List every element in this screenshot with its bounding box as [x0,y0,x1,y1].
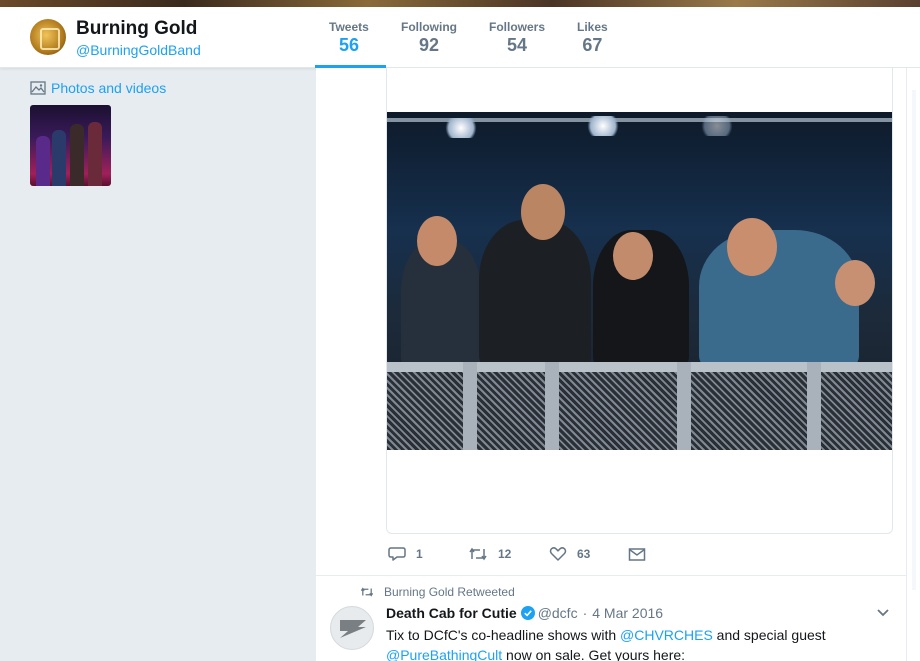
verified-badge-icon [520,606,535,620]
crowd-face [417,216,457,266]
mention-link[interactable]: @CHVRCHES [620,627,713,643]
stage-light [585,116,621,136]
tweet-media-card[interactable] [386,68,893,534]
meta-separator: · [582,605,588,621]
tweet-header: Death Cab for Cutie @dcfc · 4 Mar 2016 [386,605,663,621]
reply-icon [388,547,406,561]
retweet-icon [469,547,487,561]
profile-nav-bar: Burning Gold @BurningGoldBand Tweets 56 … [0,7,920,68]
direct-message-button[interactable] [628,546,656,562]
stat-followers-label: Followers [489,20,546,34]
stat-tweets-label: Tweets [329,20,369,34]
profile-name[interactable]: Burning Gold [76,18,197,40]
barrier-post [677,362,691,450]
stage-light [443,118,479,138]
thumb-figure [36,136,50,186]
thumb-figure [70,124,84,186]
photos-and-videos-link[interactable]: Photos and videos [30,80,166,96]
media-thumbnail[interactable] [30,105,111,186]
tweet-actions: 1 12 63 [388,546,888,566]
crowd-face [835,260,875,306]
stat-followers[interactable]: Followers 54 [489,20,545,56]
tweet-author-avatar[interactable] [330,606,374,650]
retweet-icon [360,587,374,597]
photos-and-videos-label: Photos and videos [51,80,167,96]
tweet-text-segment: Tix to DCfC's co-headline shows with [386,627,621,643]
chevron-down-icon[interactable] [876,608,890,618]
stat-likes[interactable]: Likes 67 [577,20,608,56]
profile-handle[interactable]: @BurningGoldBand [76,42,201,58]
tweet-timestamp[interactable]: 4 Mar 2016 [592,605,663,621]
heart-icon [549,547,567,561]
thumb-figure [52,130,66,186]
scrollbar-track[interactable] [912,90,916,590]
like-count: 63 [577,547,591,561]
profile-avatar[interactable] [30,19,66,55]
crowd-person [479,220,591,370]
envelope-icon [628,548,646,561]
tweet-author-name[interactable]: Death Cab for Cutie [386,605,517,621]
crowd-face [521,184,565,240]
tweet-text-segment: now on sale. Get yours here: [502,647,686,661]
tweet-text-segment: and special guest [712,627,826,643]
reply-count: 1 [416,547,423,561]
stat-following-value: 92 [418,35,440,55]
band-logo-icon [340,620,366,638]
stage-light [699,116,735,136]
crowd-person [699,230,859,370]
tweet-photo[interactable] [387,112,892,450]
stat-likes-value: 67 [582,35,603,55]
thumb-figure [88,122,102,186]
image-icon [30,81,46,95]
tweet-author-handle[interactable]: @dcfc [538,605,578,621]
crowd-face [613,232,653,280]
retweet-count: 12 [498,547,512,561]
mention-link[interactable]: @PureBathingCult [386,647,502,661]
retweet-button[interactable]: 12 [468,546,511,562]
stat-likes-label: Likes [577,20,608,34]
tweet-divider [316,575,906,576]
tweet-text: Tix to DCfC's co-headline shows with @CH… [386,625,866,661]
barrier-post [463,362,477,450]
stat-tweets-value: 56 [339,35,360,55]
retweet-context-label[interactable]: Burning Gold Retweeted [384,585,515,599]
reply-button[interactable]: 1 [388,546,423,562]
crowd-face [727,218,777,276]
stat-following-label: Following [401,20,457,34]
retweet-context: Burning Gold Retweeted [360,585,515,599]
like-button[interactable]: 63 [549,546,590,562]
stat-following[interactable]: Following 92 [401,20,457,56]
timeline: 1 12 63 Burning Gold Retweeted Death Cab… [316,68,906,661]
profile-header-banner [0,0,920,7]
stat-tweets[interactable]: Tweets 56 [329,20,369,56]
photos-and-videos-section: Photos and videos [30,80,166,186]
barrier-post [545,362,559,450]
barrier-post [807,362,821,450]
stat-followers-value: 54 [506,35,528,55]
